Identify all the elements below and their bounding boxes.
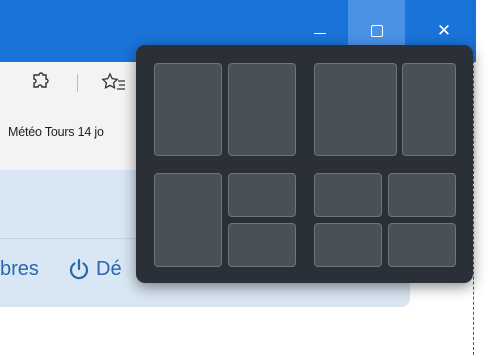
snap-zone-grid-top-right[interactable] (388, 173, 456, 217)
puzzle-icon[interactable] (28, 72, 50, 94)
snap-zone-top-right[interactable] (228, 173, 296, 217)
snap-zone-grid-bottom-left[interactable] (314, 223, 382, 267)
snap-zone-grid-bottom-right[interactable] (388, 223, 456, 267)
close-icon: ✕ (436, 21, 452, 40)
toolbar-separator (77, 74, 78, 92)
snap-zone-left-column[interactable] (154, 173, 222, 267)
minimize-icon (314, 32, 326, 34)
snap-zone-wide-left[interactable] (314, 63, 397, 156)
snap-zone-right-half[interactable] (228, 63, 296, 156)
favorites-bar-item[interactable]: Météo Tours 14 jo (8, 125, 104, 139)
snap-zone-left-half[interactable] (154, 63, 222, 156)
snap-zone-bottom-right[interactable] (228, 223, 296, 267)
window-edge (473, 0, 474, 355)
snap-zone-narrow-right[interactable] (402, 63, 456, 156)
nav-link-members[interactable]: bres (0, 258, 39, 281)
snap-layouts-flyout (136, 45, 473, 283)
maximize-icon (370, 25, 383, 37)
power-icon[interactable] (67, 257, 91, 281)
snap-zone-grid-top-left[interactable] (314, 173, 382, 217)
nav-link-logout[interactable]: Dé (96, 258, 122, 281)
favorites-icon[interactable] (101, 72, 127, 94)
